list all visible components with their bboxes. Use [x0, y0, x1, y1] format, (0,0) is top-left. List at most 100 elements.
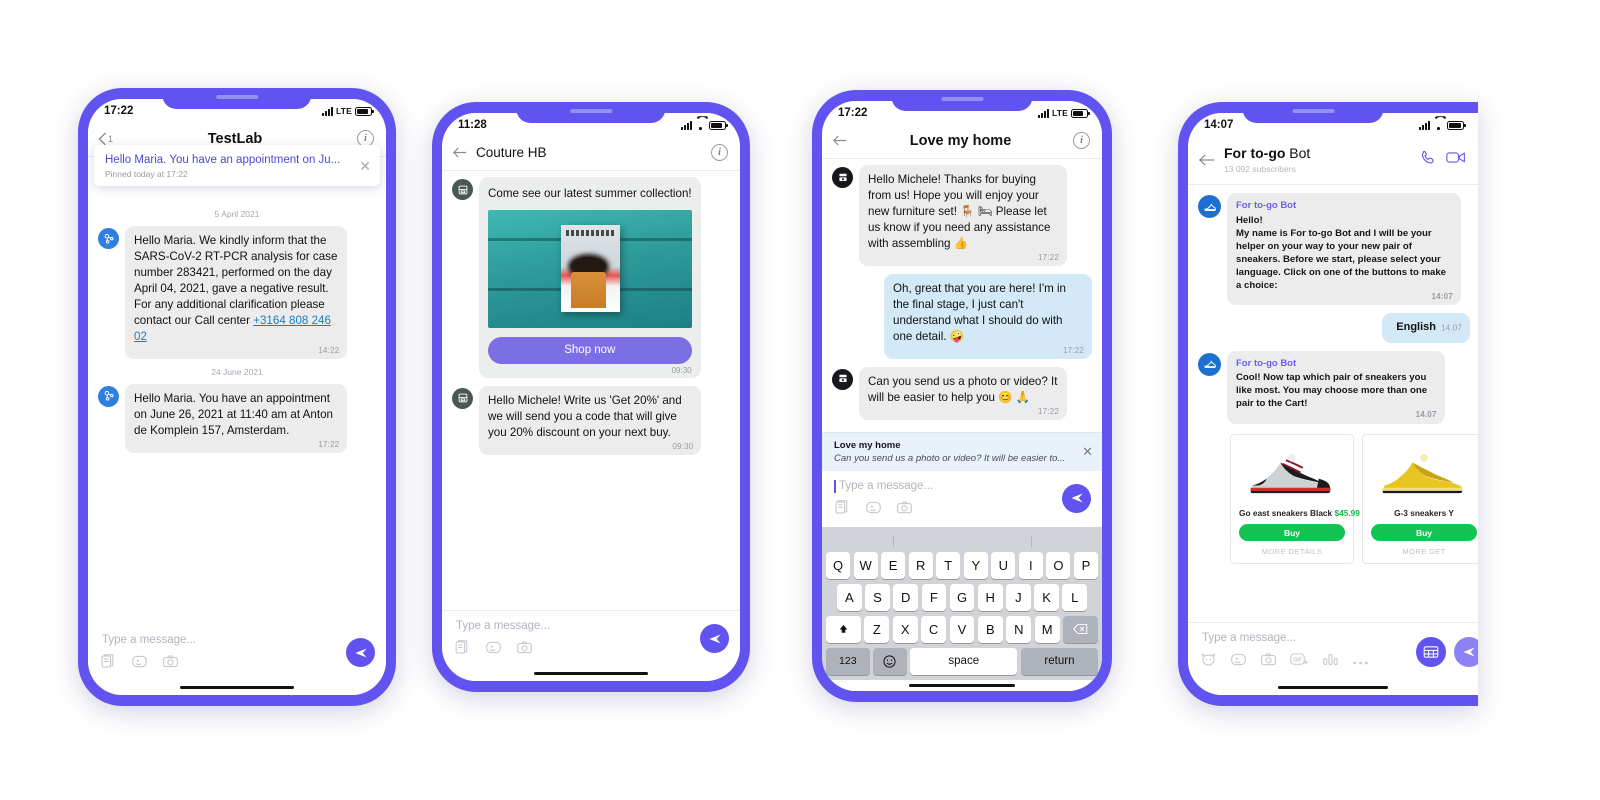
- message-row: Oh, great that you are here! I'm in the …: [832, 273, 1092, 359]
- message-input[interactable]: Type a message...: [100, 634, 374, 646]
- key-w[interactable]: W: [853, 551, 878, 579]
- arrow-left-icon[interactable]: [1198, 153, 1216, 167]
- page-title: Couture HB: [476, 145, 547, 160]
- product-carousel[interactable]: Go east sneakers Black $45.99 Buy MORE D…: [1228, 432, 1478, 568]
- message-list: 5 April 2021 Hello Maria. We kindly info…: [88, 157, 386, 625]
- key-x[interactable]: X: [892, 615, 918, 643]
- network-label: LTE: [1051, 108, 1068, 118]
- key-f[interactable]: F: [921, 583, 947, 611]
- camera-icon[interactable]: [516, 639, 533, 661]
- sticker-icon[interactable]: [131, 653, 148, 675]
- message-input[interactable]: Type a message...: [834, 480, 1090, 492]
- reply-preview[interactable]: Love my home Can you send us a photo or …: [822, 431, 1102, 471]
- key-g[interactable]: G: [949, 583, 975, 611]
- shift-icon[interactable]: [826, 615, 861, 643]
- key-h[interactable]: H: [977, 583, 1003, 611]
- key-t[interactable]: T: [936, 551, 961, 579]
- send-button[interactable]: [1454, 637, 1478, 667]
- key-e[interactable]: E: [881, 551, 906, 579]
- more-icon[interactable]: [1352, 653, 1369, 671]
- documents-icon[interactable]: [834, 499, 851, 521]
- info-icon[interactable]: i: [1073, 132, 1090, 149]
- key-r[interactable]: R: [908, 551, 933, 579]
- gif-icon[interactable]: GIF: [1290, 652, 1309, 672]
- send-button[interactable]: [346, 638, 375, 667]
- store-avatar-icon: [452, 179, 473, 200]
- key-b[interactable]: B: [977, 615, 1003, 643]
- camera-icon[interactable]: [1260, 651, 1277, 673]
- home-indicator: [88, 679, 386, 695]
- key-q[interactable]: Q: [826, 551, 851, 579]
- video-camera-icon[interactable]: [1446, 150, 1466, 170]
- key-y[interactable]: Y: [963, 551, 988, 579]
- key-v[interactable]: V: [949, 615, 975, 643]
- reply-preview-text: Can you send us a photo or video? It wil…: [834, 452, 1066, 464]
- signal-bars-icon: [321, 106, 333, 116]
- chevron-left-icon[interactable]: 1: [98, 132, 113, 146]
- poll-icon[interactable]: [1322, 652, 1339, 672]
- key-n[interactable]: N: [1006, 615, 1032, 643]
- message-row: Hello Maria. We kindly inform that the S…: [98, 226, 376, 359]
- send-button[interactable]: [700, 624, 729, 653]
- documents-icon[interactable]: [454, 639, 471, 661]
- space-key[interactable]: space: [910, 647, 1018, 675]
- key-p[interactable]: P: [1073, 551, 1098, 579]
- camera-icon[interactable]: [162, 653, 179, 675]
- sticker-icon[interactable]: [1230, 651, 1247, 673]
- product-card[interactable]: G-3 sneakers Y Buy MORE DET: [1362, 434, 1478, 565]
- backspace-icon[interactable]: [1063, 615, 1098, 643]
- buy-button[interactable]: Buy: [1371, 524, 1477, 542]
- close-icon[interactable]: ✕: [1082, 444, 1093, 460]
- shop-now-button[interactable]: Shop now: [488, 336, 692, 364]
- send-button[interactable]: [1062, 483, 1091, 513]
- key-k[interactable]: K: [1034, 583, 1059, 611]
- camera-icon[interactable]: [896, 499, 913, 521]
- phone-love-my-home: 17:22 LTE Love my home i Hello Michele! …: [812, 90, 1112, 702]
- key-m[interactable]: M: [1034, 615, 1060, 643]
- more-details-link[interactable]: MORE DETAILS: [1239, 547, 1345, 556]
- text-caret: [834, 479, 836, 493]
- bot-keyboard-icon[interactable]: [1416, 637, 1446, 667]
- message-text: Hello Michele! Write us 'Get 20%' and we…: [488, 393, 682, 439]
- message-text: Hello Michele! Thanks for buying from us…: [868, 173, 1051, 250]
- emoji-icon[interactable]: [873, 647, 907, 675]
- product-card[interactable]: Go east sneakers Black $45.99 Buy MORE D…: [1230, 434, 1360, 565]
- close-icon[interactable]: ✕: [359, 159, 371, 173]
- bot-name: For to-go Bot: [1236, 357, 1297, 369]
- key-z[interactable]: Z: [864, 615, 890, 643]
- phone-call-icon[interactable]: [1420, 149, 1437, 171]
- key-u[interactable]: U: [991, 551, 1016, 579]
- key-o[interactable]: O: [1046, 551, 1071, 579]
- arrow-left-icon[interactable]: [832, 134, 848, 147]
- buy-button[interactable]: Buy: [1239, 524, 1345, 542]
- sticker-icon[interactable]: [485, 639, 502, 661]
- message-bubble: For to-go Bot Hello! My name is For to-g…: [1227, 193, 1461, 306]
- onscreen-keyboard[interactable]: Q W E R T Y U I O P A S D F G H J K L Z …: [822, 526, 1102, 680]
- message-text: Cool! Now tap which pair of sneakers you…: [1236, 372, 1428, 410]
- return-key[interactable]: return: [1020, 647, 1098, 675]
- key-j[interactable]: J: [1006, 583, 1031, 611]
- info-icon[interactable]: i: [711, 144, 728, 161]
- status-time: 14:07: [1204, 119, 1234, 131]
- battery-icon: [709, 120, 728, 130]
- key-c[interactable]: C: [921, 615, 947, 643]
- message-time: 14:22: [318, 345, 340, 355]
- sticker-icon[interactable]: [865, 499, 882, 521]
- key-l[interactable]: L: [1062, 583, 1088, 611]
- key-s[interactable]: S: [865, 583, 890, 611]
- message-input[interactable]: Type a message...: [454, 620, 728, 632]
- more-details-link[interactable]: MORE DET: [1371, 547, 1477, 556]
- signal-bars-icon: [1419, 120, 1430, 130]
- keyboard-row-2: A S D F G H J K L: [824, 583, 1100, 611]
- documents-icon[interactable]: [100, 653, 117, 675]
- status-time: 17:22: [104, 105, 134, 117]
- numbers-key[interactable]: 123: [826, 647, 870, 675]
- message-bubble: Hello Michele! Thanks for buying from us…: [859, 165, 1067, 266]
- day-separator: 24 June 2021: [211, 366, 263, 377]
- key-i[interactable]: I: [1018, 551, 1043, 579]
- pinned-message-banner[interactable]: Hello Maria. You have an appointment on …: [94, 145, 380, 187]
- key-a[interactable]: A: [836, 583, 862, 611]
- cat-sticker-icon[interactable]: [1200, 651, 1217, 673]
- key-d[interactable]: D: [893, 583, 918, 611]
- arrow-left-icon[interactable]: [452, 146, 468, 159]
